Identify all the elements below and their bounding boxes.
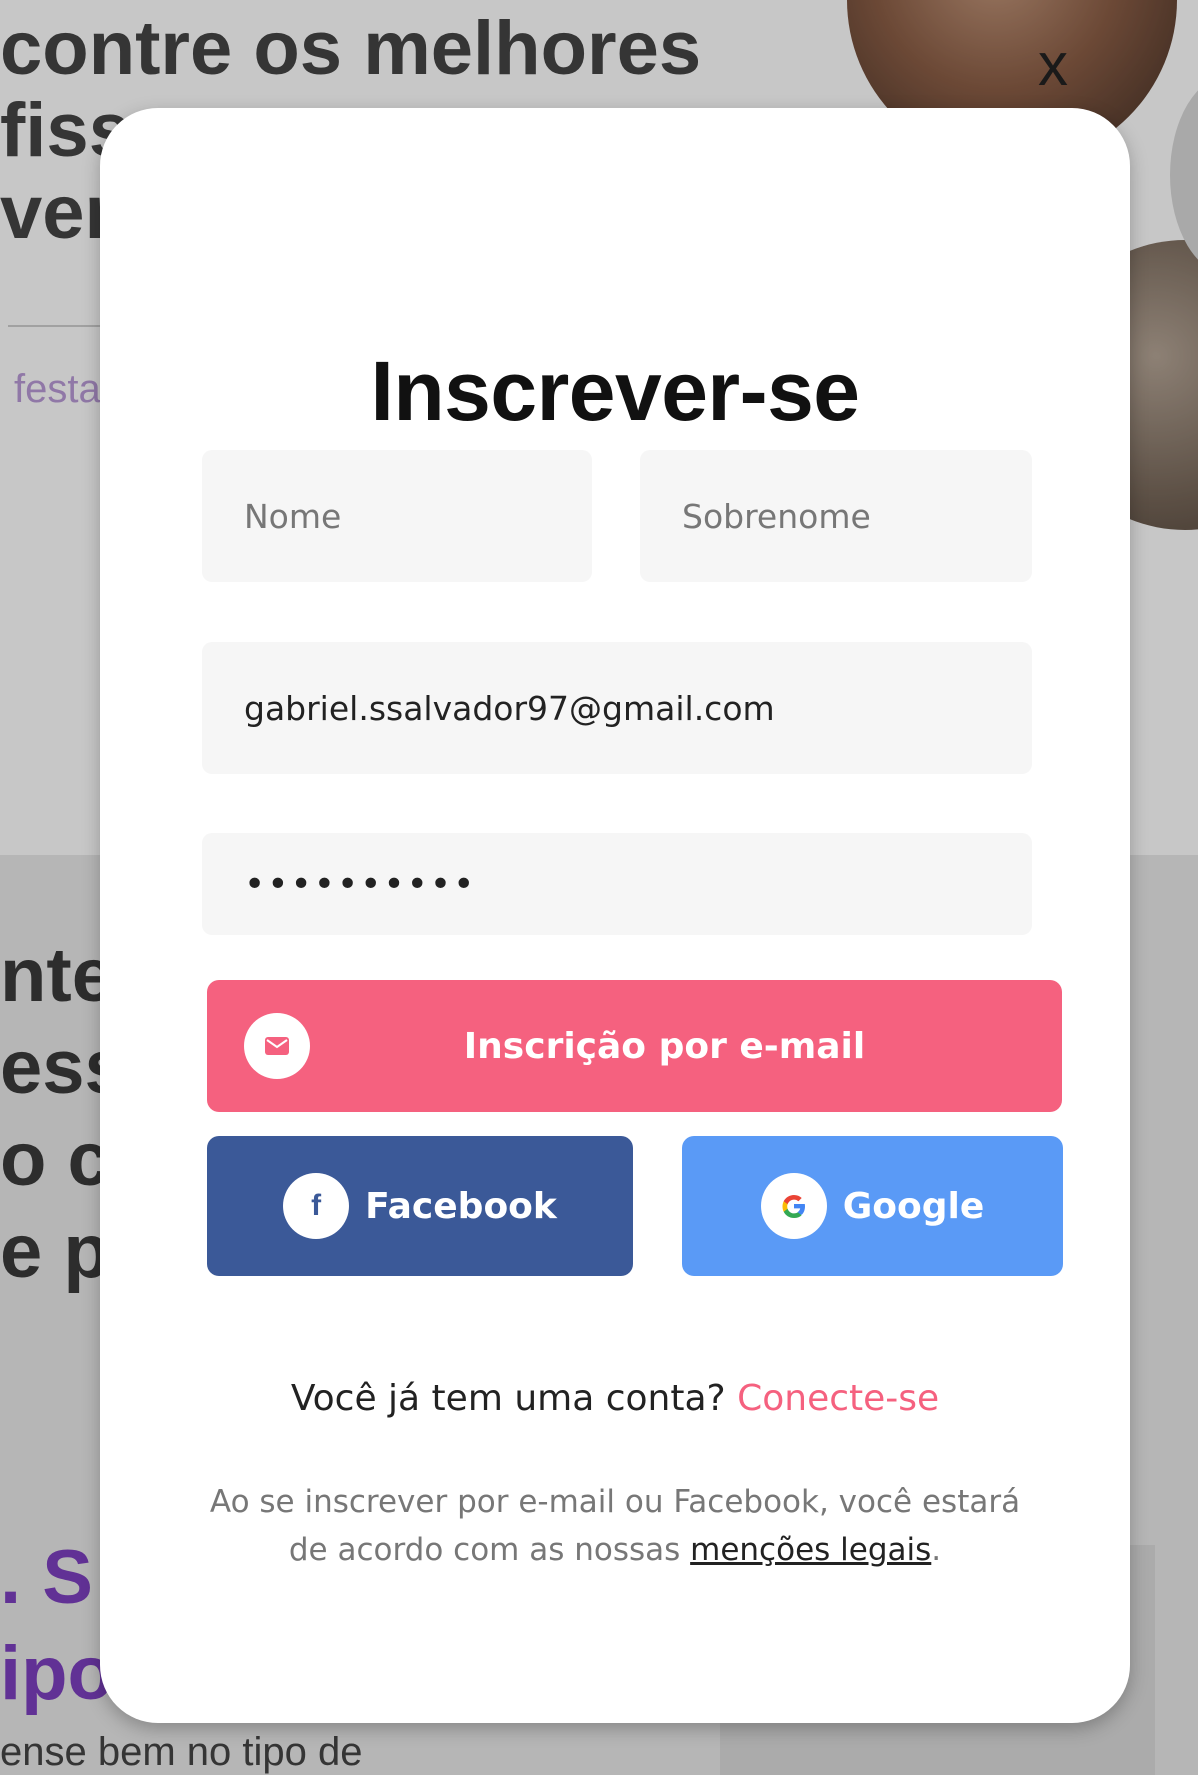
google-button[interactable]: Google bbox=[682, 1136, 1063, 1276]
legal-mentions-link[interactable]: menções legais bbox=[690, 1532, 931, 1568]
facebook-button[interactable]: f Facebook bbox=[207, 1136, 633, 1276]
email-signup-label: Inscrição por e-mail bbox=[463, 1025, 866, 1067]
signup-modal: Inscrever-se Inscrição por e-mail f Face… bbox=[100, 108, 1130, 1723]
legal-notice: Ao se inscrever por e-mail ou Facebook, … bbox=[195, 1478, 1035, 1574]
facebook-glyph: f bbox=[311, 1189, 322, 1222]
login-link[interactable]: Conecte-se bbox=[737, 1378, 939, 1419]
google-icon bbox=[760, 1173, 827, 1239]
password-input[interactable] bbox=[202, 833, 1032, 935]
login-prompt: Você já tem uma conta? Conecte-se bbox=[100, 1378, 1130, 1419]
facebook-icon: f bbox=[283, 1173, 350, 1239]
email-input[interactable] bbox=[202, 642, 1032, 774]
last-name-input[interactable] bbox=[640, 450, 1032, 582]
modal-title: Inscrever-se bbox=[370, 344, 860, 438]
email-signup-button[interactable]: Inscrição por e-mail bbox=[207, 980, 1062, 1112]
legal-period: . bbox=[931, 1532, 942, 1568]
first-name-input[interactable] bbox=[202, 450, 592, 582]
google-label: Google bbox=[842, 1185, 985, 1227]
facebook-label: Facebook bbox=[365, 1185, 557, 1227]
login-prompt-text: Você já tem uma conta? bbox=[290, 1378, 726, 1419]
